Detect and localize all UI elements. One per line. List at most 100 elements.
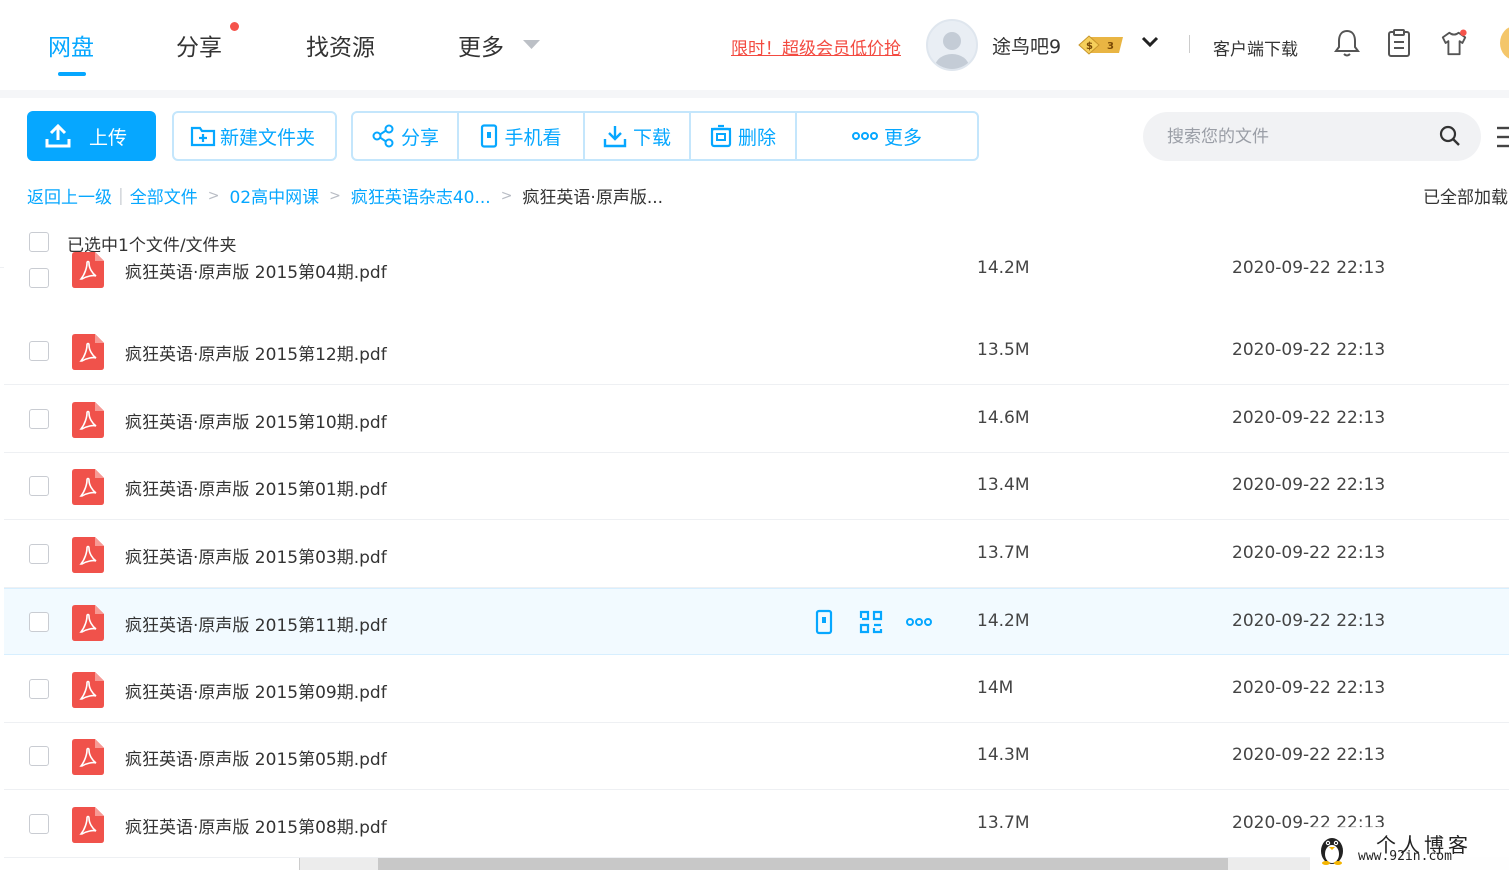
view-toggle-icon[interactable] <box>1497 125 1509 149</box>
pdf-file-icon <box>72 672 104 708</box>
tshirt-icon[interactable] <box>1440 28 1468 58</box>
row-checkbox[interactable] <box>29 476 49 496</box>
tab-find-resources[interactable]: 找资源 <box>306 28 375 62</box>
row-checkbox[interactable] <box>29 746 49 766</box>
file-row[interactable]: 疯狂英语·原声版 2015第10期.pdf 14.6M 2020-09-22 2… <box>4 386 1509 453</box>
share-label: 分享 <box>400 126 439 149</box>
file-action-group: 分享 手机看 下载 删除 更多 <box>351 111 979 161</box>
file-date: 2020-09-22 22:13 <box>1232 258 1386 278</box>
pdf-file-icon <box>72 605 104 641</box>
file-date: 2020-09-22 22:13 <box>1232 408 1386 428</box>
bell-icon[interactable] <box>1333 28 1361 58</box>
upload-label: 上传 <box>89 126 128 149</box>
tab-netdisk[interactable]: 网盘 <box>48 28 94 62</box>
file-name[interactable]: 疯狂英语·原声版 2015第05期.pdf <box>125 745 387 770</box>
promo-link[interactable]: 限时！超级会员低价抢 <box>731 34 901 59</box>
file-row[interactable]: 疯狂英语·原声版 2015第01期.pdf 13.4M 2020-09-22 2… <box>4 453 1509 520</box>
file-name[interactable]: 疯狂英语·原声版 2015第01期.pdf <box>125 475 387 500</box>
row-checkbox[interactable] <box>29 544 49 564</box>
file-name[interactable]: 疯狂英语·原声版 2015第03期.pdf <box>125 543 387 568</box>
user-menu-chevron-icon[interactable] <box>1141 36 1159 48</box>
file-name[interactable]: 疯狂英语·原声版 2015第04期.pdf <box>125 258 387 283</box>
row-checkbox[interactable] <box>29 268 49 288</box>
mobile-view-button[interactable]: 手机看 <box>459 113 585 159</box>
penguin-logo-icon <box>1321 838 1343 865</box>
share-link-icon[interactable] <box>857 608 885 636</box>
pdf-file-icon <box>72 402 104 438</box>
share-button[interactable]: 分享 <box>353 113 459 159</box>
scrollbar-thumb[interactable] <box>378 858 1228 870</box>
file-date: 2020-09-22 22:13 <box>1232 611 1386 631</box>
avatar[interactable] <box>926 19 978 71</box>
trash-icon <box>710 124 732 148</box>
tab-share[interactable]: 分享 <box>176 28 222 62</box>
username[interactable]: 途鸟吧9 <box>992 32 1061 59</box>
file-row[interactable]: 疯狂英语·原声版 2015第09期.pdf 14M 2020-09-22 22:… <box>4 656 1509 723</box>
file-size: 14.6M <box>977 408 1030 428</box>
download-icon <box>603 126 627 148</box>
row-checkbox[interactable] <box>29 679 49 699</box>
breadcrumb-separator: > <box>500 187 513 204</box>
file-size: 13.4M <box>977 475 1030 495</box>
file-row-hovered[interactable]: 疯狂英语·原声版 2015第11期.pdf 14.2M 2020-09-22 2… <box>4 588 1509 655</box>
download-button[interactable]: 下载 <box>585 113 691 159</box>
pdf-file-icon <box>72 252 104 288</box>
watermark-url: www.92in.com <box>1358 849 1452 864</box>
svg-text:$: $ <box>1086 41 1093 52</box>
file-date: 2020-09-22 22:13 <box>1232 475 1386 495</box>
breadcrumb-back[interactable]: 返回上一级 <box>27 183 112 208</box>
delete-label: 删除 <box>737 126 776 149</box>
select-all-checkbox[interactable] <box>29 232 49 252</box>
pdf-file-icon <box>72 739 104 775</box>
file-size: 13.5M <box>977 340 1030 360</box>
file-name[interactable]: 疯狂英语·原声版 2015第11期.pdf <box>125 611 387 636</box>
file-row[interactable]: 疯狂英语·原声版 2015第08期.pdf 13.7M 2020-09-22 2… <box>4 791 1509 858</box>
file-row[interactable]: 疯狂英语·原声版 2015第04期.pdf 14.2M 2020-09-22 2… <box>4 252 1509 319</box>
file-date: 2020-09-22 22:13 <box>1232 340 1386 360</box>
more-label: 更多 <box>883 126 922 149</box>
file-row[interactable]: 疯狂英语·原声版 2015第05期.pdf 14.3M 2020-09-22 2… <box>4 723 1509 790</box>
file-name[interactable]: 疯狂英语·原声版 2015第08期.pdf <box>125 813 387 838</box>
file-row[interactable]: 疯狂英语·原声版 2015第03期.pdf 13.7M 2020-09-22 2… <box>4 521 1509 588</box>
download-label: 下载 <box>632 126 671 149</box>
more-dots-icon <box>851 132 878 140</box>
breadcrumb-item-magazine[interactable]: 疯狂英语杂志40... <box>351 183 491 208</box>
scrollbar-left-region <box>0 858 300 870</box>
mobile-view-label: 手机看 <box>504 126 562 149</box>
file-size: 14.2M <box>977 611 1030 631</box>
file-date: 2020-09-22 22:13 <box>1232 745 1386 765</box>
clipboard-icon[interactable] <box>1385 28 1413 58</box>
client-download-link[interactable]: 客户端下载 <box>1213 35 1298 60</box>
more-dots-icon[interactable] <box>905 608 933 636</box>
row-checkbox[interactable] <box>29 409 49 429</box>
search-box <box>1143 112 1481 161</box>
phone-icon[interactable] <box>810 608 838 636</box>
breadcrumb-item-all-files[interactable]: 全部文件 <box>130 183 198 208</box>
file-name[interactable]: 疯狂英语·原声版 2015第12期.pdf <box>125 340 387 365</box>
more-button[interactable]: 更多 <box>797 113 977 159</box>
file-name[interactable]: 疯狂英语·原声版 2015第09期.pdf <box>125 678 387 703</box>
file-date: 2020-09-22 22:13 <box>1232 678 1386 698</box>
file-date: 2020-09-22 22:13 <box>1232 543 1386 563</box>
upload-button[interactable]: 上传 <box>27 111 156 161</box>
file-size: 14.2M <box>977 258 1030 278</box>
row-checkbox[interactable] <box>29 341 49 361</box>
row-checkbox[interactable] <box>29 814 49 834</box>
file-row[interactable]: 疯狂英语·原声版 2015第12期.pdf 13.5M 2020-09-22 2… <box>4 318 1509 385</box>
breadcrumb-separator: > <box>207 187 220 204</box>
more-dropdown-icon[interactable] <box>523 40 540 50</box>
file-size: 14M <box>977 678 1014 698</box>
breadcrumb: 返回上一级 | 全部文件 > 02高中网课 > 疯狂英语杂志40... > 疯狂… <box>27 183 663 209</box>
vip-avatar-edge[interactable] <box>1500 26 1509 60</box>
row-checkbox[interactable] <box>29 612 49 632</box>
delete-button[interactable]: 删除 <box>691 113 797 159</box>
pdf-file-icon <box>72 537 104 573</box>
tab-more[interactable]: 更多 <box>458 28 504 62</box>
share-notification-dot <box>230 22 239 31</box>
breadcrumb-item-course[interactable]: 02高中网课 <box>229 183 319 208</box>
search-icon[interactable] <box>1439 125 1461 147</box>
coin-count: 3 <box>1107 41 1114 52</box>
file-name[interactable]: 疯狂英语·原声版 2015第10期.pdf <box>125 408 387 433</box>
new-folder-button[interactable]: 新建文件夹 <box>172 111 337 161</box>
search-input[interactable] <box>1165 125 1425 148</box>
